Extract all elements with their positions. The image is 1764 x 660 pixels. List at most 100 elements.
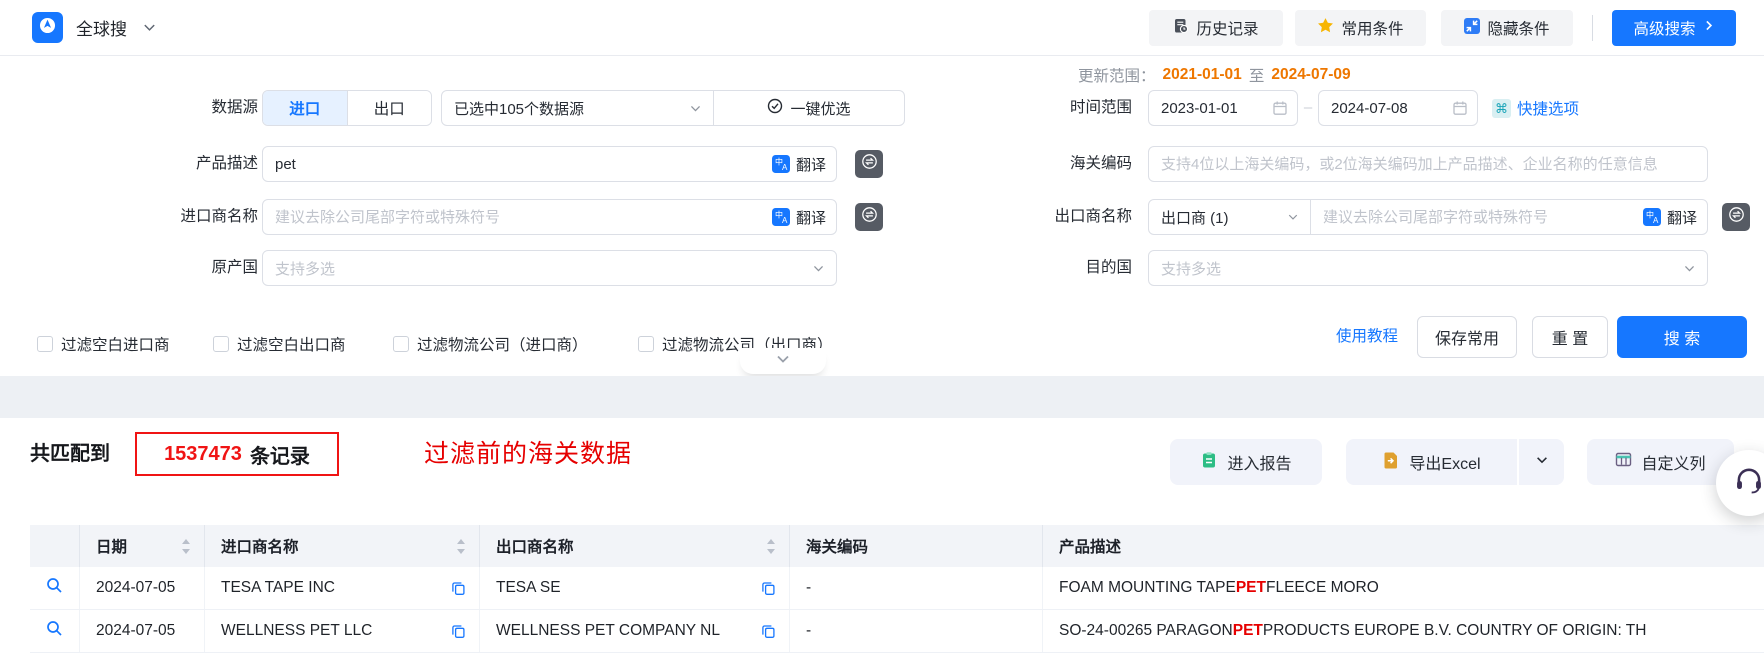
import-tab[interactable]: 进口 xyxy=(263,91,347,125)
hs-code-label: 海关编码 xyxy=(1069,155,1132,172)
magnifier-icon[interactable] xyxy=(46,577,63,599)
copy-icon[interactable] xyxy=(761,581,776,596)
sort-icon[interactable] xyxy=(456,538,466,555)
hs-code-input[interactable] xyxy=(1149,147,1707,181)
product-desc-input[interactable] xyxy=(263,147,772,181)
tutorial-link[interactable]: 使用教程 xyxy=(1336,316,1398,358)
translate-button[interactable]: 中A 翻译 xyxy=(771,207,826,228)
translate-toggle-button[interactable] xyxy=(1722,203,1750,231)
translate-label: 翻译 xyxy=(795,209,826,227)
save-common-button[interactable]: 保存常用 xyxy=(1417,316,1517,358)
copy-icon[interactable] xyxy=(451,624,466,639)
importer-input[interactable] xyxy=(263,200,772,234)
calendar-icon xyxy=(1452,100,1468,116)
match-count-value: 1537473 xyxy=(164,442,242,465)
enter-report-button[interactable]: 进入报告 xyxy=(1170,439,1322,485)
update-range-conjunction: 至 xyxy=(1248,68,1265,85)
one-click-optimize-button[interactable]: 一键优选 xyxy=(714,98,904,119)
sort-icon[interactable] xyxy=(181,538,191,555)
swap-arrows-icon xyxy=(1728,206,1745,228)
importer-field: 中A 翻译 xyxy=(262,199,837,235)
hs-code-value: - xyxy=(806,579,812,596)
quick-options-link[interactable]: ⌘ 快捷选项 xyxy=(1492,90,1579,126)
top-bar: 全球搜 历史记录 常用条件 隐藏条件 高级搜索 xyxy=(0,0,1764,56)
exporter-type-value: 出口商 (1) xyxy=(1161,209,1229,227)
svg-text:A: A xyxy=(782,216,788,225)
search-button[interactable]: 搜 索 xyxy=(1617,316,1747,358)
product-desc-field: 中A 翻译 xyxy=(262,146,837,182)
exporter-cell: WELLNESS PET COMPANY NL xyxy=(480,610,790,652)
copy-icon[interactable] xyxy=(451,581,466,596)
svg-text:A: A xyxy=(1653,216,1659,225)
importer-cell: WELLNESS PET LLC xyxy=(205,610,480,652)
collapse-form-tab[interactable] xyxy=(740,348,826,374)
row-detail-cell xyxy=(30,567,80,609)
checkbox-icon xyxy=(638,336,654,352)
red-annotation-text: 过滤前的海关数据 xyxy=(424,439,633,468)
table-row: 2024-07-05 TESA TAPE INC TESA SE - FOAM … xyxy=(30,567,1764,610)
export-tab[interactable]: 出口 xyxy=(346,91,431,125)
filter-logistics-importer-checkbox[interactable]: 过滤物流公司（进口商） xyxy=(393,333,588,355)
start-date-field[interactable]: 2023-01-01 xyxy=(1148,90,1298,126)
checkbox-icon xyxy=(213,336,229,352)
translate-button[interactable]: 中A 翻译 xyxy=(1642,207,1697,228)
hs-code-field xyxy=(1148,146,1708,182)
origin-country-select[interactable]: 支持多选 xyxy=(262,250,837,286)
hide-conditions-button[interactable]: 隐藏条件 xyxy=(1441,10,1573,46)
reset-button[interactable]: 重 置 xyxy=(1532,316,1608,358)
export-excel-caret-button[interactable] xyxy=(1519,439,1564,485)
match-count-unit: 条记录 xyxy=(249,445,310,468)
translate-button[interactable]: 中A 翻译 xyxy=(771,154,826,175)
translate-toggle-button[interactable] xyxy=(855,203,883,231)
dest-country-placeholder: 支持多选 xyxy=(1161,260,1222,278)
importer-value[interactable]: WELLNESS PET LLC xyxy=(221,622,372,640)
product-desc-cell: FOAM MOUNTING TAPE PET FLEECE MORO xyxy=(1043,567,1764,609)
match-count-prefix: 共匹配到 xyxy=(30,443,110,465)
headset-icon xyxy=(1733,465,1764,502)
chevron-down-icon xyxy=(1535,453,1549,472)
chevron-down-icon[interactable] xyxy=(142,20,157,35)
history-label: 历史记录 xyxy=(1196,21,1259,38)
translate-toggle-button[interactable] xyxy=(855,150,883,178)
app-brand[interactable]: 全球搜 xyxy=(32,12,157,43)
importer-value[interactable]: TESA TAPE INC xyxy=(221,579,335,597)
svg-text:A: A xyxy=(782,163,788,172)
datasource-select[interactable]: 已选中105个数据源 xyxy=(442,91,713,125)
exporter-value[interactable]: TESA SE xyxy=(496,579,561,597)
origin-country-placeholder: 支持多选 xyxy=(275,260,336,278)
topbar-divider xyxy=(1592,15,1593,41)
chevron-right-icon xyxy=(1702,19,1715,37)
magnifier-icon[interactable] xyxy=(46,620,63,642)
exporter-input[interactable] xyxy=(1311,200,1643,234)
product-desc-label: 产品描述 xyxy=(195,155,258,172)
row-detail-cell xyxy=(30,610,80,652)
exporter-type-select[interactable]: 出口商 (1) xyxy=(1149,200,1311,234)
datasource-label: 数据源 xyxy=(211,99,258,116)
search-form: 更新范围： 2021-01-01 至 2024-07-09 数据源 进口 出口 … xyxy=(0,56,1764,376)
swap-arrows-icon xyxy=(861,206,878,228)
exporter-cell: TESA SE xyxy=(480,567,790,609)
advanced-search-button[interactable]: 高级搜索 xyxy=(1612,10,1736,46)
filter-label: 过滤空白进口商 xyxy=(61,337,170,354)
export-excel-button[interactable]: 导出Excel xyxy=(1346,439,1517,485)
table-header-row: 日期 进口商名称 出口商名称 海关编码 产品描述 xyxy=(30,525,1764,567)
history-button[interactable]: 历史记录 xyxy=(1149,10,1283,46)
copy-icon[interactable] xyxy=(761,624,776,639)
filter-blank-importer-checkbox[interactable]: 过滤空白进口商 xyxy=(37,333,170,355)
calendar-icon xyxy=(1272,100,1288,116)
custom-columns-button[interactable]: 自定义列 xyxy=(1587,439,1734,485)
end-date-field[interactable]: 2024-07-08 xyxy=(1318,90,1478,126)
report-icon xyxy=(1200,451,1218,474)
filter-blank-exporter-checkbox[interactable]: 过滤空白出口商 xyxy=(213,333,346,355)
header-importer: 进口商名称 xyxy=(205,525,480,567)
datasource-selected-text: 已选中105个数据源 xyxy=(454,100,585,118)
translate-label: 翻译 xyxy=(795,156,826,174)
exporter-value[interactable]: WELLNESS PET COMPANY NL xyxy=(496,622,720,640)
dest-country-select[interactable]: 支持多选 xyxy=(1148,250,1708,286)
favorites-button[interactable]: 常用条件 xyxy=(1295,10,1426,46)
product-desc-cell: SO-24-00265 PARAGON PET PRODUCTS EUROPE … xyxy=(1043,610,1764,652)
desc-text: PRODUCTS EUROPE B.V. COUNTRY OF ORIGIN: … xyxy=(1262,622,1647,639)
match-count-highlight-box: 1537473 条记录 xyxy=(135,432,339,476)
custom-columns-label: 自定义列 xyxy=(1641,456,1706,473)
sort-icon[interactable] xyxy=(766,538,776,555)
